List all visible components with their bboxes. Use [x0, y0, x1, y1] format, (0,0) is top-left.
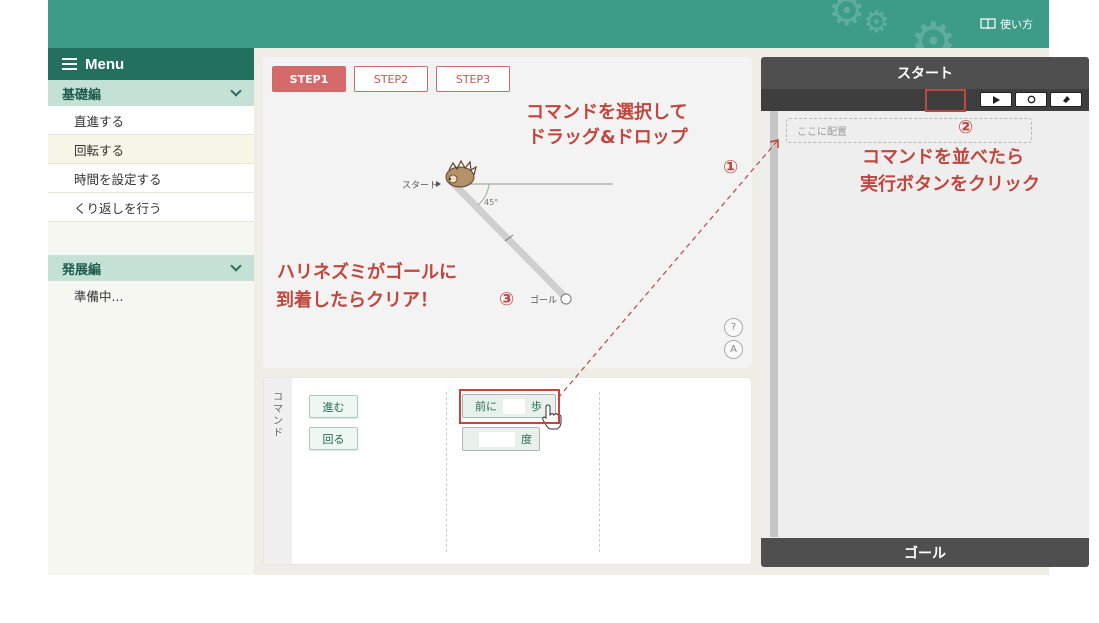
annotation-run-line1: コマンドを並べたら	[862, 147, 1024, 168]
top-bar: ⚙ ⚙ ⚙ 使い方	[48, 0, 1049, 48]
annotation-number-3: ③	[499, 289, 515, 310]
play-icon	[992, 95, 1000, 104]
app-window: ⚙ ⚙ ⚙ 使い方 Menu 基礎編 直進する 回転する 時間を設定する くり返…	[48, 0, 1089, 575]
annotation-goal-line2: 到着したらクリア！	[276, 290, 438, 311]
annotation-number-2: ②	[958, 117, 974, 138]
program-goal-bar: ゴール	[761, 538, 1089, 567]
turn-degrees-block[interactable]: 度	[462, 427, 540, 451]
program-rail	[770, 111, 778, 537]
section-basic[interactable]: 基礎編	[48, 80, 254, 106]
command-panel-label: コマンド	[273, 392, 283, 439]
reset-button[interactable]	[1015, 92, 1047, 107]
hamburger-icon	[62, 58, 77, 70]
command-move[interactable]: 進む	[309, 395, 358, 418]
menu-label: Menu	[85, 55, 125, 73]
annotation-goal-line1: ハリネズミがゴールに	[277, 262, 457, 283]
annotation-drag-line2: ドラッグ&ドロップ	[528, 127, 688, 148]
drop-slot[interactable]: ここに配置	[786, 118, 1032, 143]
menu-header[interactable]: Menu	[48, 48, 254, 80]
eraser-icon	[1063, 96, 1070, 103]
section-title: 発展編	[62, 262, 102, 278]
path-line	[449, 179, 572, 304]
answer-button[interactable]: A	[724, 340, 743, 359]
degrees-input[interactable]	[479, 431, 515, 447]
chevron-down-icon	[230, 85, 242, 97]
book-icon	[980, 18, 996, 30]
program-start-bar: スタート	[761, 57, 1089, 89]
tab-step3[interactable]: STEP3	[436, 66, 510, 92]
turn-unit-label: 度	[521, 433, 532, 446]
divider	[446, 392, 447, 552]
highlight-box-run	[925, 89, 966, 112]
help-link[interactable]: 使い方	[980, 16, 1033, 32]
goal-label: ゴール	[530, 294, 557, 306]
tab-step2[interactable]: STEP2	[354, 66, 428, 92]
highlight-box-move	[459, 389, 560, 424]
command-label-strip: コマンド	[264, 378, 292, 564]
clear-button[interactable]	[1050, 92, 1082, 107]
sidebar-item-time[interactable]: 時間を設定する	[48, 164, 254, 193]
sidebar-item-straight[interactable]: 直進する	[48, 106, 254, 135]
start-label: スタート	[402, 180, 438, 191]
section-advanced[interactable]: 発展編	[48, 255, 254, 281]
program-panel: スタート ここに配置 ゴール	[761, 57, 1089, 567]
gear-icon: ⚙	[863, 5, 890, 40]
divider	[599, 392, 600, 552]
gear-icon: ⚙	[910, 12, 957, 48]
command-turn[interactable]: 回る	[309, 427, 358, 450]
sidebar-item-repeat[interactable]: くり返しを行う	[48, 193, 254, 222]
sidebar-item-rotate[interactable]: 回転する	[48, 135, 254, 164]
tab-step1[interactable]: STEP1	[272, 66, 346, 92]
help-button[interactable]: ?	[724, 318, 743, 337]
hedgehog-icon	[445, 159, 477, 188]
sidebar: Menu 基礎編 直進する 回転する 時間を設定する くり返しを行う 発展編 準…	[48, 48, 254, 575]
run-button[interactable]	[980, 92, 1012, 107]
section-title: 基礎編	[62, 87, 102, 103]
goal-marker	[560, 293, 572, 305]
annotation-run-line2: 実行ボタンをクリック	[860, 174, 1040, 195]
gear-icon: ⚙	[828, 0, 866, 35]
annotation-number-1: ①	[723, 157, 739, 178]
reset-icon	[1027, 95, 1035, 104]
sidebar-item-preparing[interactable]: 準備中...	[48, 281, 254, 310]
help-label: 使い方	[1000, 18, 1033, 31]
angle-label: 45°	[484, 198, 498, 207]
chevron-down-icon	[230, 260, 242, 272]
annotation-drag-line1: コマンドを選択して	[526, 102, 688, 123]
